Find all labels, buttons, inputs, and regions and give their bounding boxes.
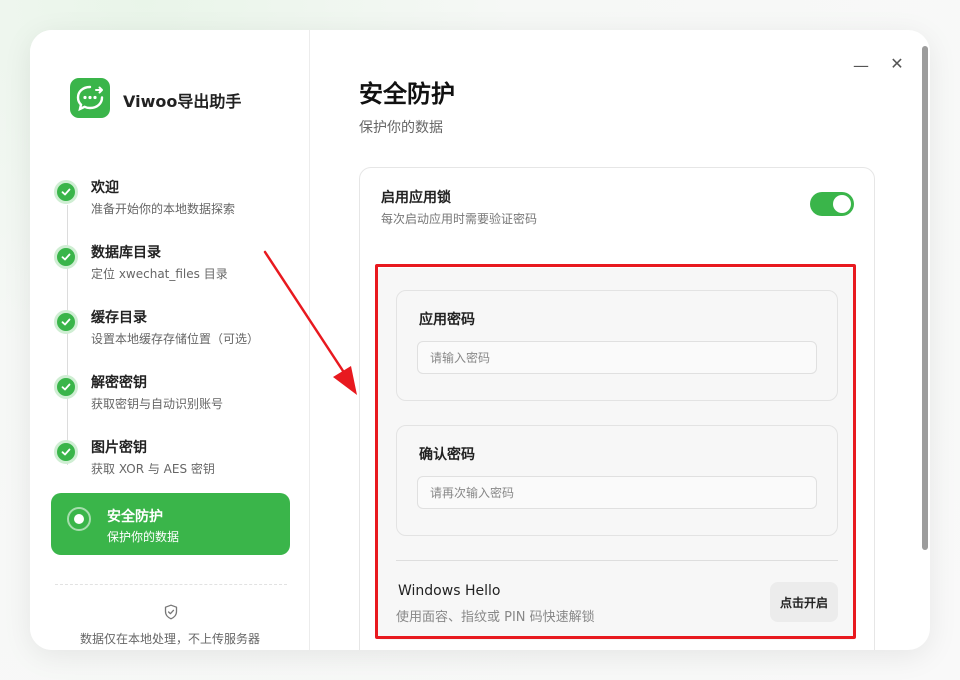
step-subtitle: 保护你的数据 [107,530,180,544]
step-title: 安全防护 [107,509,163,525]
close-button[interactable]: ✕ [887,54,907,74]
page-title: 安全防护 [359,80,455,108]
step-title: 解密密钥 [91,375,147,391]
sidebar: Viwoo导出助手 欢迎 准备开始你的本地数据探索 数据库目录 定位 xwech… [30,30,310,650]
step-subtitle: 获取密钥与自动识别账号 [91,397,224,411]
app-lock-toggle[interactable] [810,192,854,216]
app-lock-title: 启用应用锁 [381,190,451,206]
toggle-knob [833,195,851,213]
step-database-directory[interactable]: 数据库目录 定位 xwechat_files 目录 [54,245,290,295]
highlight-box [375,264,856,639]
step-image-key[interactable]: 图片密钥 获取 XOR 与 AES 密钥 [54,440,290,490]
step-subtitle: 定位 xwechat_files 目录 [91,267,228,281]
step-title: 欢迎 [91,180,119,196]
app-name: Viwoo导出助手 [123,92,242,111]
step-decryption-key[interactable]: 解密密钥 获取密钥与自动识别账号 [54,375,290,425]
step-cache-directory[interactable]: 缓存目录 设置本地缓存存储位置（可选） [54,310,290,360]
app-logo-icon [70,78,110,118]
step-welcome[interactable]: 欢迎 准备开始你的本地数据探索 [54,180,290,230]
check-icon [54,180,78,204]
minimize-button[interactable]: — [851,56,871,76]
step-title: 缓存目录 [91,310,147,326]
check-icon [54,375,78,399]
step-subtitle: 设置本地缓存存储位置（可选） [91,332,260,346]
scrollbar[interactable] [922,46,928,550]
check-icon [54,245,78,269]
active-step-icon [67,507,91,531]
page-subtitle: 保护你的数据 [359,120,443,136]
check-icon [54,310,78,334]
privacy-note: 数据仅在本地处理，不上传服务器 [79,632,260,646]
sidebar-divider [55,584,287,585]
app-lock-description: 每次启动应用时需要验证密码 [381,212,538,226]
step-subtitle: 准备开始你的本地数据探索 [91,202,236,216]
check-icon [54,440,78,464]
step-title: 图片密钥 [91,440,147,456]
shield-check-icon [164,604,178,620]
step-subtitle: 获取 XOR 与 AES 密钥 [91,462,215,476]
step-title: 数据库目录 [91,245,161,261]
step-security[interactable]: 安全防护 保护你的数据 [51,493,290,555]
